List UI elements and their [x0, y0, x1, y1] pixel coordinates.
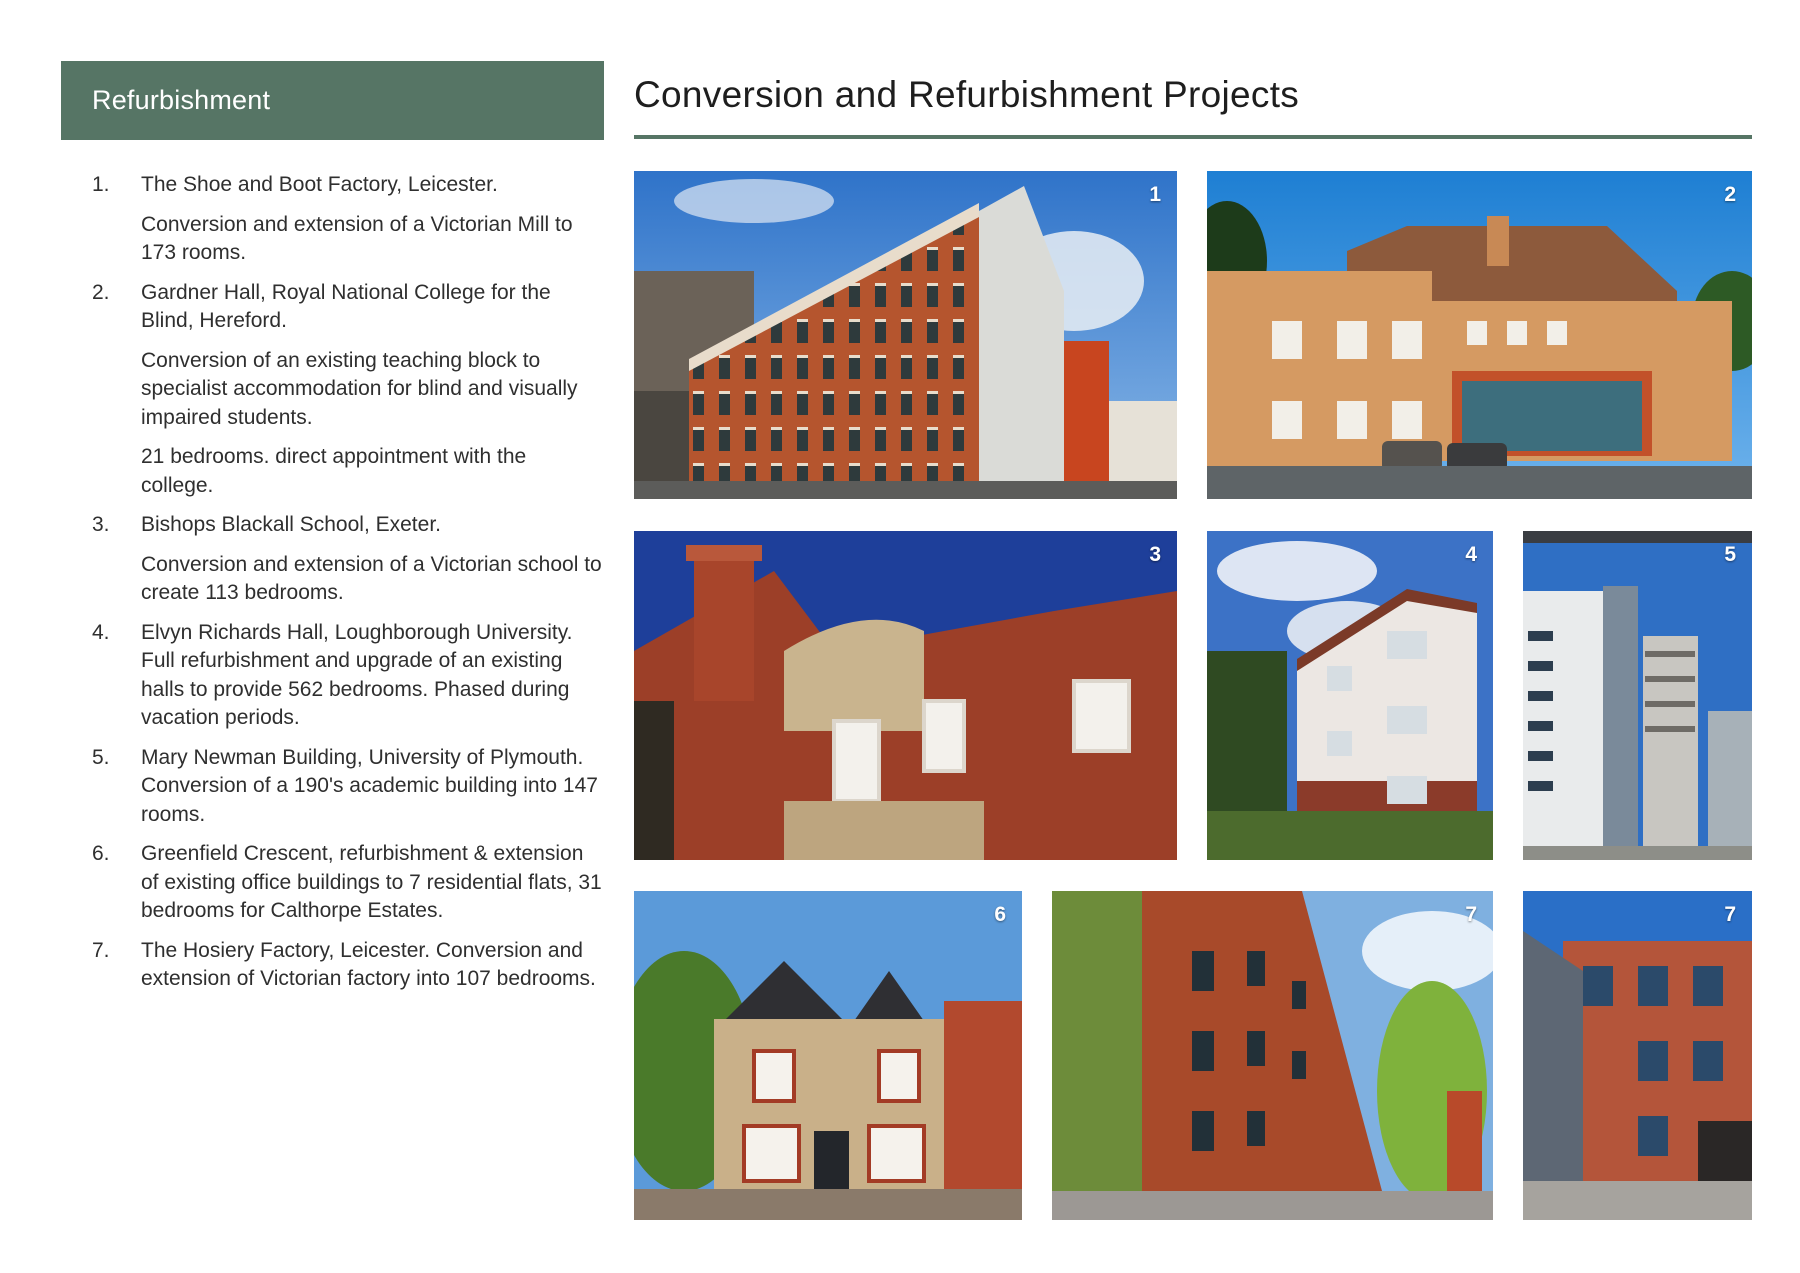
photo-number: 2: [1724, 183, 1736, 206]
project-photo-5: 5: [1523, 531, 1752, 860]
project-number: 6.: [92, 842, 110, 865]
project-item: 2. Gardner Hall, Royal National College …: [92, 279, 602, 501]
project-photo-4: 4: [1207, 531, 1493, 860]
factory-street-image: [1052, 891, 1493, 1220]
project-description: Conversion and extension of a Victorian …: [141, 212, 573, 265]
project-item: 1. The Shoe and Boot Factory, Leicester.…: [92, 171, 602, 268]
residence-hall-image: [1207, 531, 1493, 860]
project-list: 1. The Shoe and Boot Factory, Leicester.…: [92, 171, 602, 1005]
project-description: Conversion of an existing teaching block…: [141, 348, 578, 429]
mill-building-image: [634, 171, 1177, 499]
photo-number: 7: [1724, 903, 1736, 926]
project-description: Conversion and extension of a Victorian …: [141, 552, 602, 605]
project-item: 4. Elvyn Richards Hall, Loughborough Uni…: [92, 619, 602, 733]
project-number: 4.: [92, 620, 110, 644]
gardner-hall-image: [1207, 171, 1752, 499]
project-description: Elvyn Richards Hall, Loughborough Univer…: [141, 620, 573, 730]
project-number: 5.: [92, 745, 110, 769]
project-number: 1.: [92, 173, 110, 196]
photo-number: 3: [1149, 543, 1161, 566]
section-title: Refurbishment: [92, 85, 271, 115]
victorian-house-image: [634, 891, 1022, 1220]
factory-courtyard-image: [1523, 891, 1752, 1220]
project-title: Gardner Hall, Royal National College for…: [141, 280, 551, 333]
project-photo-2: 2: [1207, 171, 1752, 499]
project-item: 7. The Hosiery Factory, Leicester. Conve…: [92, 937, 602, 994]
tower-block-image: [1523, 531, 1752, 860]
school-building-image: [634, 531, 1177, 860]
project-title: Bishops Blackall School, Exeter.: [141, 513, 441, 536]
project-photo-7-street: 7: [1052, 891, 1493, 1220]
photo-number: 6: [994, 903, 1006, 926]
project-photo-7-courtyard: 7: [1523, 891, 1752, 1220]
photo-number: 1: [1149, 183, 1161, 206]
project-number: 2.: [92, 280, 110, 304]
project-number: 3.: [92, 513, 110, 536]
project-description: Mary Newman Building, University of Plym…: [141, 745, 598, 826]
project-description: The Hosiery Factory, Leicester. Conversi…: [141, 938, 596, 991]
project-number: 7.: [92, 938, 110, 962]
project-photo-1: 1: [634, 171, 1177, 499]
section-banner: Refurbishment: [61, 61, 604, 140]
project-item: 3. Bishops Blackall School, Exeter. Conv…: [92, 511, 602, 608]
title-underline: [634, 135, 1752, 139]
project-description: 21 bedrooms. direct appointment with the…: [141, 445, 527, 497]
project-description: Greenfield Crescent, refurbishment & ext…: [141, 842, 602, 922]
project-item: 6. Greenfield Crescent, refurbishment & …: [92, 840, 602, 926]
project-photo-3: 3: [634, 531, 1177, 860]
project-item: 5. Mary Newman Building, University of P…: [92, 744, 602, 830]
project-title: The Shoe and Boot Factory, Leicester.: [141, 173, 498, 196]
page-title: Conversion and Refurbishment Projects: [634, 74, 1300, 115]
photo-number: 5: [1724, 543, 1736, 566]
project-photo-6: 6: [634, 891, 1022, 1220]
photo-number: 7: [1465, 903, 1477, 926]
photo-number: 4: [1465, 543, 1477, 566]
